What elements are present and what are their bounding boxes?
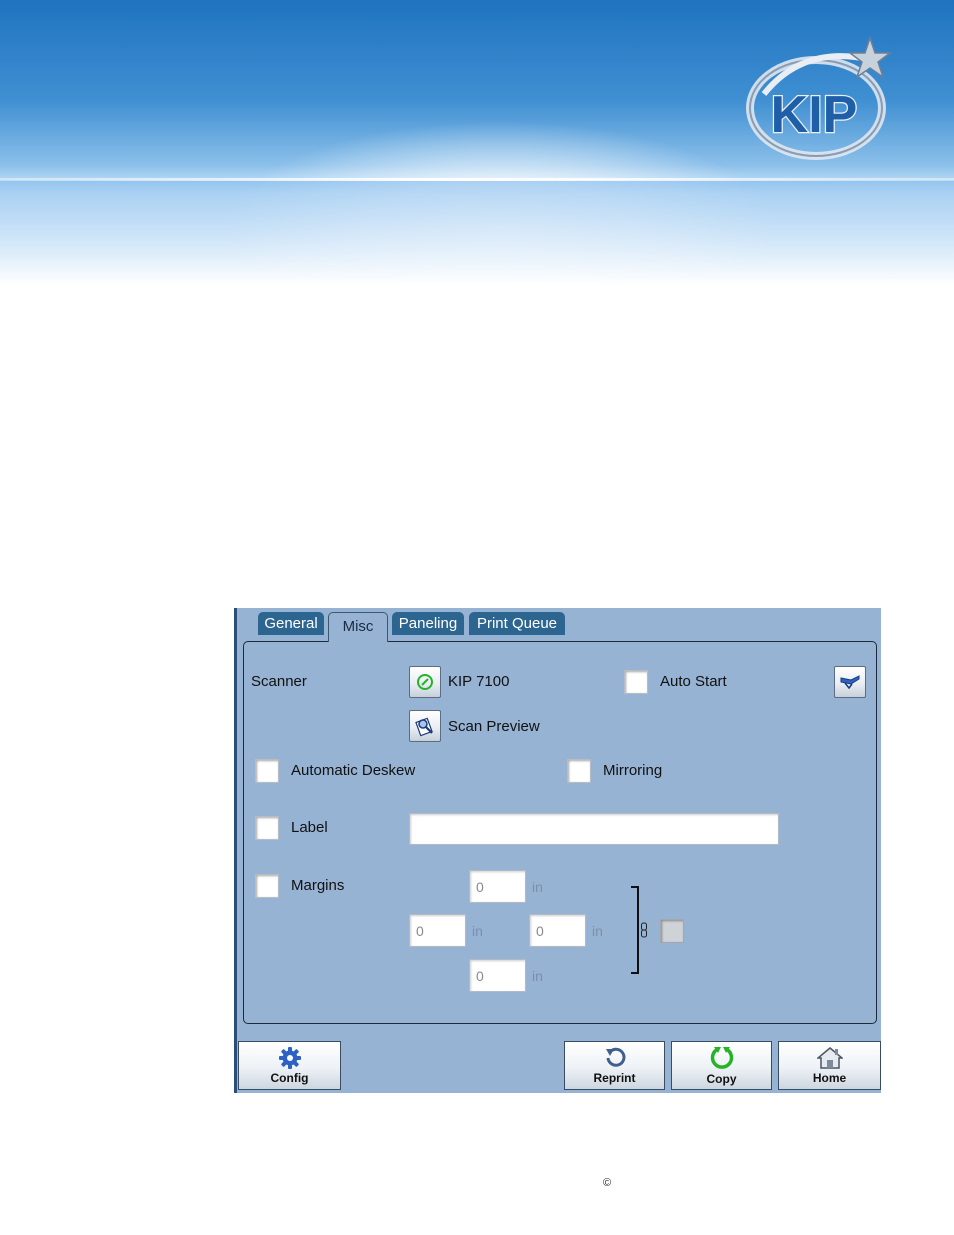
home-button-label: Home — [812, 1071, 847, 1085]
reprint-button[interactable]: Reprint — [564, 1041, 665, 1090]
scan-preview-button[interactable] — [409, 710, 441, 742]
scanner-device-name: KIP 7100 — [448, 673, 510, 690]
copy-cycle-icon — [710, 1047, 733, 1069]
label-text-input[interactable] — [409, 813, 779, 845]
tab-misc[interactable]: Misc — [328, 612, 388, 642]
auto-start-checkbox[interactable] — [624, 670, 648, 694]
scanner-label: Scanner — [251, 673, 307, 690]
scanner-icon — [840, 675, 860, 690]
config-button-label: Config — [270, 1071, 309, 1085]
gear-icon — [278, 1047, 301, 1069]
margins-link-checkbox[interactable] — [660, 919, 684, 943]
mirroring-label: Mirroring — [603, 762, 663, 779]
margin-left-unit: in — [472, 923, 483, 939]
margin-top-unit: in — [532, 879, 543, 895]
scanner-select-button[interactable] — [409, 666, 441, 698]
copyright-symbol: © — [603, 1177, 612, 1189]
tab-print-queue[interactable]: Print Queue — [469, 612, 565, 635]
label-checkbox[interactable] — [255, 816, 279, 840]
label-label: Label — [291, 819, 328, 836]
reprint-button-label: Reprint — [593, 1071, 636, 1085]
margin-left-input[interactable] — [409, 914, 466, 947]
margin-right-unit: in — [592, 923, 603, 939]
reprint-arrow-icon — [605, 1047, 625, 1067]
margins-link-bracket — [631, 886, 639, 974]
margin-bottom-unit: in — [532, 968, 543, 984]
automatic-deskew-checkbox[interactable] — [255, 759, 279, 783]
home-icon — [816, 1047, 843, 1069]
home-button[interactable]: Home — [778, 1041, 881, 1090]
scanner-settings-button[interactable] — [834, 666, 866, 698]
scan-preview-icon — [415, 717, 433, 737]
scan-preview-label: Scan Preview — [448, 718, 540, 735]
kip-logo: KIP — [746, 36, 893, 160]
power-green-icon — [417, 674, 433, 690]
tab-paneling[interactable]: Paneling — [392, 612, 464, 635]
banner-fade — [0, 180, 954, 285]
config-button[interactable]: Config — [238, 1041, 341, 1090]
tab-general[interactable]: General — [258, 612, 324, 635]
svg-text:KIP: KIP — [771, 86, 858, 144]
window-left-edge — [234, 608, 237, 1093]
margins-label: Margins — [291, 877, 345, 894]
auto-start-label: Auto Start — [660, 673, 727, 690]
margin-top-input[interactable] — [469, 870, 526, 903]
mirroring-checkbox[interactable] — [567, 759, 591, 783]
margins-checkbox[interactable] — [255, 874, 279, 898]
margin-bottom-input[interactable] — [469, 959, 526, 992]
margin-right-input[interactable] — [529, 914, 586, 947]
copy-button-label: Copy — [706, 1072, 737, 1086]
banner-horizon-line — [0, 178, 954, 181]
automatic-deskew-label: Automatic Deskew — [291, 762, 416, 779]
link-chain-icon — [641, 922, 647, 938]
copy-button[interactable]: Copy — [671, 1041, 772, 1090]
